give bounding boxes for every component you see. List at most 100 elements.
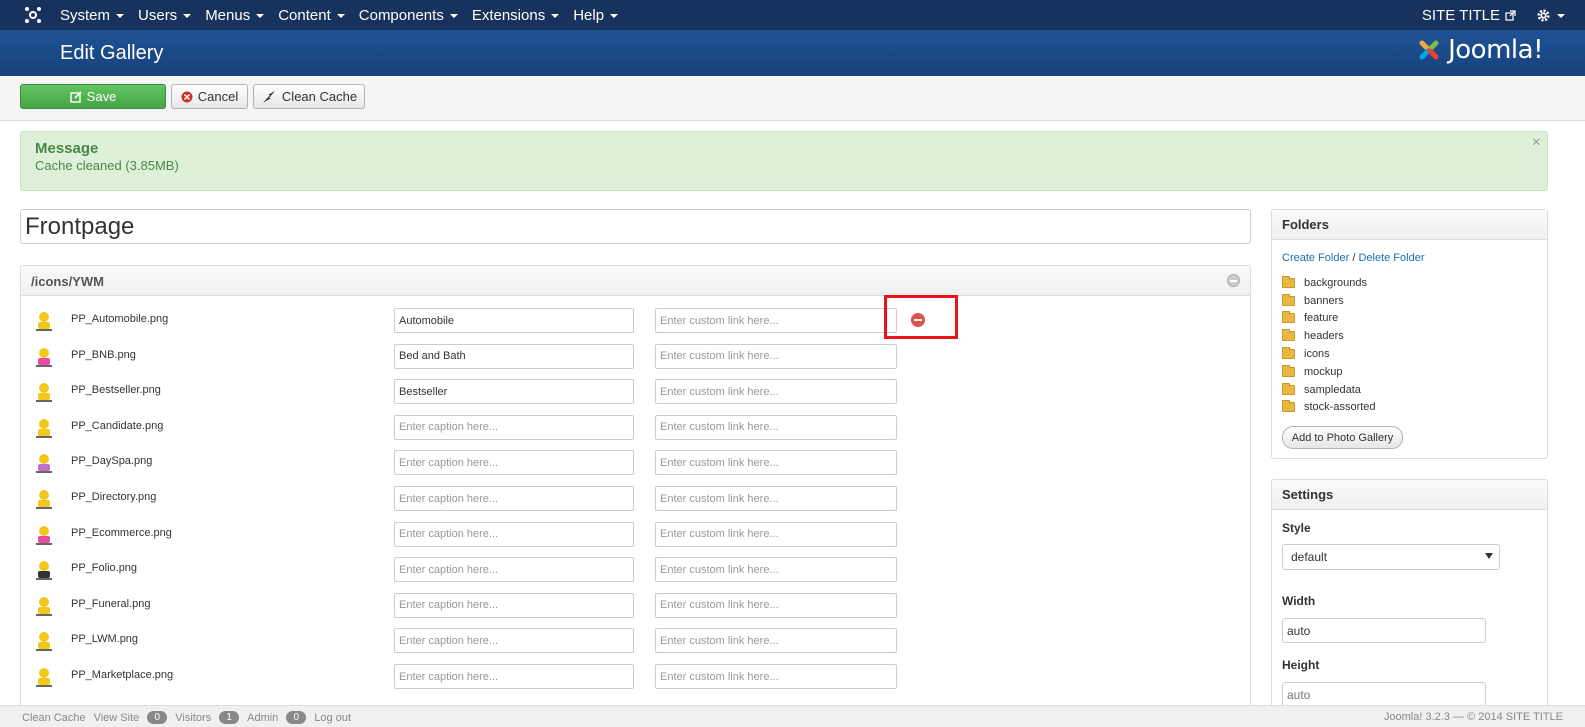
image-thumbnail-icon	[36, 632, 52, 652]
caption-input[interactable]	[394, 557, 634, 583]
folder-actions: Create Folder / Delete Folder	[1282, 252, 1425, 264]
custom-link-input[interactable]	[655, 450, 897, 476]
gallery-panel: /icons/YWM PP_Automobile.png PP_BNB.png PP…	[20, 265, 1251, 715]
folder-item[interactable]: mockup	[1282, 363, 1376, 381]
menu-content[interactable]: Content	[278, 7, 345, 24]
image-filename: PP_DaySpa.png	[71, 455, 153, 468]
caption-input[interactable]	[394, 379, 634, 405]
folder-item[interactable]: feature	[1282, 310, 1376, 328]
caption-input[interactable]	[394, 628, 634, 654]
folder-icon	[1282, 311, 1295, 324]
folder-list: backgrounds banners feature headers icons moc…	[1282, 274, 1376, 416]
folder-item[interactable]: headers	[1282, 327, 1376, 345]
caret-down-icon	[116, 14, 125, 18]
caption-input[interactable]	[394, 308, 634, 333]
custom-link-input[interactable]	[655, 628, 897, 654]
folder-item[interactable]: sampledata	[1282, 381, 1376, 399]
external-link-icon	[1505, 9, 1516, 21]
custom-link-input[interactable]	[655, 592, 897, 618]
gallery-panel-header: /icons/YWM	[21, 266, 1250, 296]
caption-input[interactable]	[394, 414, 634, 440]
settings-menu[interactable]	[1536, 8, 1565, 23]
gallery-row: PP_BNB.png	[21, 343, 1250, 379]
messages-count-badge[interactable]: 0	[286, 711, 307, 724]
folder-item[interactable]: stock-assorted	[1282, 399, 1376, 417]
caption-input[interactable]	[394, 343, 634, 369]
joomla-brand-icon	[1419, 40, 1439, 60]
menu-users[interactable]: Users	[138, 7, 192, 24]
cancel-button[interactable]: Cancel	[171, 84, 248, 109]
gallery-row: PP_DaySpa.png	[21, 450, 1250, 485]
style-label: Style	[1282, 521, 1311, 535]
toolbar: Save Cancel Clean Cache	[0, 76, 1585, 121]
custom-link-input[interactable]	[655, 308, 897, 333]
image-thumbnail-icon	[36, 561, 52, 581]
image-filename: PP_Ecommerce.png	[71, 526, 172, 539]
settings-panel: Settings Style default Width Height	[1271, 479, 1548, 719]
site-title-link[interactable]: SITE TITLE	[1422, 7, 1516, 24]
menu-system[interactable]: System	[60, 7, 125, 24]
folder-name: mockup	[1304, 365, 1343, 378]
caption-input[interactable]	[394, 664, 634, 689]
close-icon[interactable]: ×	[1532, 134, 1541, 152]
visitors-label: Visitors	[175, 711, 212, 724]
caption-input[interactable]	[394, 450, 634, 476]
menu-extensions[interactable]: Extensions	[472, 7, 560, 24]
caption-input[interactable]	[394, 592, 634, 618]
width-input[interactable]	[1282, 618, 1486, 643]
height-input[interactable]	[1282, 682, 1486, 707]
custom-link-input[interactable]	[655, 486, 897, 511]
custom-link-input[interactable]	[655, 557, 897, 583]
gallery-row: PP_Folio.png	[21, 557, 1250, 592]
copyright: Joomla! 3.2.3 — © 2014 SITE TITLE	[1383, 711, 1563, 723]
gallery-row: PP_Directory.png	[21, 486, 1250, 521]
custom-link-input[interactable]	[655, 343, 897, 369]
statusbar-clean-cache[interactable]: Clean Cache	[22, 712, 86, 724]
folder-item[interactable]: icons	[1282, 345, 1376, 363]
menu-components[interactable]: Components	[359, 7, 458, 24]
statusbar-view-site[interactable]: View Site	[94, 712, 140, 724]
folder-item[interactable]: banners	[1282, 292, 1376, 310]
custom-link-input[interactable]	[655, 664, 897, 689]
folder-name: headers	[1304, 330, 1344, 343]
folder-name: icons	[1304, 348, 1330, 361]
caret-down-icon	[336, 14, 345, 18]
folder-item[interactable]: backgrounds	[1282, 274, 1376, 292]
gallery-row: PP_Funeral.png	[21, 592, 1250, 628]
folder-name: sampledata	[1304, 383, 1361, 396]
caret-down-icon	[610, 14, 619, 18]
gallery-row: PP_Bestseller.png	[21, 379, 1250, 414]
folder-name: feature	[1304, 312, 1339, 325]
remove-icon[interactable]	[911, 313, 925, 327]
image-thumbnail-icon	[36, 347, 52, 367]
delete-folder-link[interactable]: Delete Folder	[1358, 252, 1424, 264]
logout-link[interactable]: Log out	[314, 712, 351, 724]
custom-link-input[interactable]	[655, 521, 897, 547]
gallery-row: PP_LWM.png	[21, 628, 1250, 663]
top-navbar: System Users Menus Content Components Ex…	[0, 0, 1585, 30]
image-thumbnail-icon	[36, 312, 52, 331]
caption-input[interactable]	[394, 486, 634, 511]
caption-input[interactable]	[394, 521, 634, 547]
folder-icon	[1282, 400, 1295, 413]
save-button[interactable]: Save	[20, 84, 166, 109]
custom-link-input[interactable]	[655, 379, 897, 405]
dropdown-arrow-icon	[1485, 553, 1493, 559]
folder-name: backgrounds	[1304, 276, 1367, 289]
visitors-count-badge: 0	[147, 711, 168, 724]
caret-down-icon	[256, 14, 265, 18]
joomla-logo-icon[interactable]	[24, 6, 42, 24]
menu-menus[interactable]: Menus	[205, 7, 265, 24]
folders-panel: Folders Create Folder / Delete Folder ba…	[1271, 209, 1548, 459]
image-thumbnail-icon	[36, 490, 52, 509]
image-thumbnail-icon	[36, 525, 52, 545]
add-to-gallery-button[interactable]: Add to Photo Gallery	[1282, 426, 1403, 449]
style-select[interactable]: default	[1282, 544, 1500, 570]
collapse-icon[interactable]	[1227, 274, 1240, 287]
gallery-path: /icons/YWM	[31, 274, 104, 289]
gallery-title-input[interactable]	[20, 209, 1251, 244]
menu-help[interactable]: Help	[573, 7, 619, 24]
clean-cache-button[interactable]: Clean Cache	[253, 84, 365, 109]
create-folder-link[interactable]: Create Folder	[1282, 252, 1349, 264]
custom-link-input[interactable]	[655, 414, 897, 440]
